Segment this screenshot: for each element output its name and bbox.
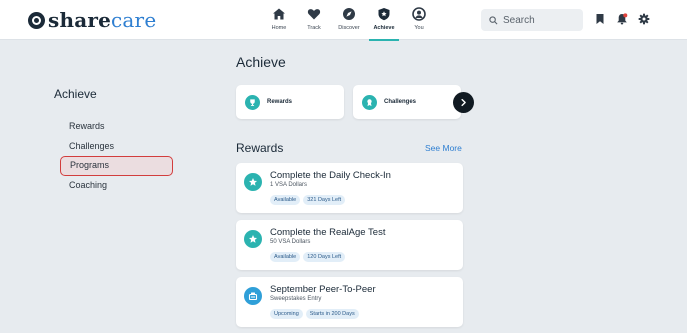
see-more-link[interactable]: See More	[425, 143, 462, 153]
star-icon	[244, 173, 262, 191]
time-badge: 321 Days Left	[303, 195, 346, 205]
nav-track-label: Track	[307, 25, 321, 31]
reward-card-badges: Available 321 Days Left	[270, 195, 348, 205]
reward-card-subtitle: Sweepstakes Entry	[270, 296, 322, 302]
time-badge: Starts in 200 Days	[305, 309, 359, 319]
search-input[interactable]: Search	[481, 9, 583, 31]
bookmark-button[interactable]	[594, 13, 606, 25]
reward-card-badges: Upcoming Starts in 200 Days	[270, 309, 362, 319]
nav-achieve[interactable]: Achieve	[367, 4, 401, 41]
top-navigation-bar: sharecare Home Track Discover Achieve Yo…	[0, 0, 687, 41]
reward-card[interactable]: Complete the Daily Check-In 1 VSA Dollar…	[236, 163, 463, 213]
rewards-tile[interactable]: Rewards	[236, 85, 344, 119]
sidebar-menu: Rewards Challenges Programs Coaching	[60, 117, 173, 195]
chevron-right-icon	[461, 98, 466, 107]
page-title: Achieve	[236, 54, 286, 70]
status-badge: Available	[270, 252, 301, 262]
notification-bell-icon	[617, 13, 628, 25]
rewards-tile-label: Rewards	[267, 99, 293, 105]
utility-icons	[594, 13, 660, 25]
reward-card-title: Complete the Daily Check-In	[270, 170, 391, 181]
logo-wordmark: sharecare	[48, 8, 157, 32]
nav-discover-label: Discover	[338, 25, 360, 31]
sidebar-item-coaching[interactable]: Coaching	[60, 176, 173, 196]
nav-track[interactable]: Track	[297, 4, 331, 40]
nav-home[interactable]: Home	[262, 4, 296, 40]
compass-icon	[343, 8, 355, 20]
settings-gear-icon	[638, 13, 650, 25]
reward-card-title: Complete the RealAge Test	[270, 227, 386, 238]
nav-you-label: You	[414, 25, 424, 31]
logo-mark-icon	[28, 11, 45, 29]
nav-home-label: Home	[271, 25, 287, 31]
nav-discover[interactable]: Discover	[332, 4, 366, 40]
settings-button[interactable]	[638, 13, 650, 25]
star-icon	[244, 230, 262, 248]
carousel-next-button[interactable]	[453, 92, 474, 113]
reward-card-title: September Peer-To-Peer	[270, 284, 376, 295]
rewards-section-title: Rewards	[236, 141, 284, 155]
sweepstakes-icon	[244, 287, 262, 305]
sidebar-item-rewards[interactable]: Rewards	[60, 117, 173, 137]
sharecare-logo[interactable]: sharecare	[28, 8, 156, 32]
notifications-button[interactable]	[616, 13, 628, 25]
search-icon	[489, 15, 498, 24]
sidebar-item-programs[interactable]: Programs	[60, 156, 173, 176]
reward-card-badges: Available 120 Days Left	[270, 252, 348, 262]
time-badge: 120 Days Left	[303, 252, 346, 262]
reward-card-subtitle: 50 VSA Dollars	[270, 239, 311, 245]
shield-icon	[378, 8, 390, 21]
challenges-tile-label: Challenges	[384, 99, 417, 105]
reward-card[interactable]: September Peer-To-Peer Sweepstakes Entry…	[236, 277, 463, 327]
challenge-icon	[362, 94, 377, 110]
bookmark-icon	[596, 14, 604, 24]
main-nav: Home Track Discover Achieve You	[262, 4, 437, 41]
nav-achieve-label: Achieve	[373, 25, 395, 31]
challenges-tile[interactable]: Challenges	[353, 85, 461, 119]
heart-icon	[307, 9, 321, 20]
user-icon	[412, 7, 426, 21]
reward-card-subtitle: 1 VSA Dollars	[270, 182, 308, 188]
reward-card[interactable]: Complete the RealAge Test 50 VSA Dollars…	[236, 220, 463, 270]
status-badge: Available	[270, 195, 301, 205]
search-placeholder: Search	[503, 14, 535, 26]
nav-you[interactable]: You	[402, 4, 436, 40]
status-badge: Upcoming	[270, 309, 303, 319]
home-icon	[273, 8, 285, 20]
trophy-icon	[245, 94, 260, 110]
sidebar-item-challenges[interactable]: Challenges	[60, 137, 173, 157]
sidebar-title: Achieve	[54, 87, 97, 101]
